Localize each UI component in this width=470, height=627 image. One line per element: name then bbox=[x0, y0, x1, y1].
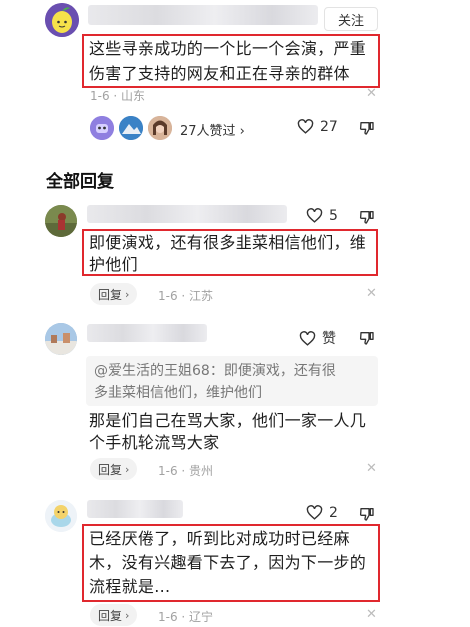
reply-button[interactable]: 回复 › bbox=[90, 283, 138, 305]
landscape-avatar-icon bbox=[45, 323, 77, 355]
like-button[interactable]: 赞 bbox=[299, 328, 336, 348]
close-icon[interactable]: ✕ bbox=[366, 286, 377, 301]
follow-button[interactable]: 关注 bbox=[324, 7, 378, 31]
lemon-avatar-icon bbox=[45, 3, 79, 37]
chevron-right-icon: › bbox=[125, 608, 130, 622]
close-icon[interactable]: ✕ bbox=[366, 461, 377, 476]
thumbs-down-icon[interactable] bbox=[359, 506, 375, 522]
avatar[interactable] bbox=[45, 323, 77, 355]
mountain-avatar-icon bbox=[119, 116, 143, 140]
robot-avatar-icon bbox=[90, 116, 114, 140]
username-blurred[interactable] bbox=[88, 5, 318, 25]
heart-icon bbox=[299, 330, 316, 346]
liked-by-summary[interactable]: 27人赞过 › bbox=[180, 120, 245, 139]
liker-avatar[interactable] bbox=[90, 116, 114, 140]
heart-icon bbox=[297, 119, 314, 134]
close-icon[interactable]: ✕ bbox=[366, 86, 377, 101]
reply-button[interactable]: 回复 › bbox=[90, 604, 138, 626]
reply-button-label: 回复 bbox=[98, 462, 123, 477]
reply-button-label: 回复 bbox=[98, 608, 123, 623]
comment-meta: 1-6 · 山东 bbox=[90, 89, 146, 103]
reply-button-label: 回复 bbox=[98, 287, 123, 302]
username-blurred[interactable] bbox=[87, 324, 207, 342]
close-icon[interactable]: ✕ bbox=[366, 607, 377, 622]
thumbs-down-icon[interactable] bbox=[359, 120, 375, 136]
like-count: 5 bbox=[329, 207, 338, 224]
quoted-reply: @爱生活的王姐68：即便演戏，还有很 多韭菜相信他们，维护他们 bbox=[86, 356, 378, 406]
thumbs-down-icon[interactable] bbox=[359, 330, 375, 346]
like-count: 2 bbox=[329, 504, 338, 521]
chevron-right-icon: › bbox=[125, 287, 130, 301]
reply-meta: 1-6 · 贵州 bbox=[158, 464, 214, 478]
thumbs-down-icon[interactable] bbox=[359, 209, 375, 225]
heart-icon bbox=[306, 208, 323, 223]
username-blurred[interactable] bbox=[87, 205, 287, 223]
avatar[interactable] bbox=[45, 3, 79, 37]
reply-text-line-1: 已经厌倦了，听到比对成功时已经麻 bbox=[89, 529, 350, 548]
username-blurred[interactable] bbox=[87, 500, 183, 518]
reply-text-line-2: 个手机轮流骂大家 bbox=[89, 433, 220, 452]
reply-button[interactable]: 回复 › bbox=[90, 458, 138, 480]
like-button[interactable]: 27 bbox=[297, 118, 338, 135]
like-button[interactable]: 2 bbox=[306, 504, 338, 521]
like-button[interactable]: 5 bbox=[306, 207, 338, 224]
chevron-right-icon: › bbox=[125, 462, 130, 476]
reply-meta: 1-6 · 江苏 bbox=[158, 289, 214, 303]
liker-avatar[interactable] bbox=[119, 116, 143, 140]
reply-meta: 1-6 · 辽宁 bbox=[158, 610, 214, 624]
liker-avatar[interactable] bbox=[148, 116, 172, 140]
heart-icon bbox=[306, 505, 323, 520]
comment-text-line-2: 伤害了支持的网友和正在寻亲的群体 bbox=[89, 64, 350, 83]
like-count: 27 bbox=[320, 118, 338, 135]
avatar[interactable] bbox=[45, 205, 77, 237]
reply-text-line-2: 护他们 bbox=[89, 255, 138, 274]
reply-text-line-2: 木，没有兴趣看下去了，因为下一步的 bbox=[89, 553, 367, 572]
quote-line-2: 多韭菜相信他们，维护他们 bbox=[94, 385, 262, 401]
portrait-avatar-icon bbox=[148, 116, 172, 140]
section-title: 全部回复 bbox=[46, 172, 114, 192]
photo-avatar-icon bbox=[45, 205, 77, 237]
reply-text-line-3: 流程就是... bbox=[89, 577, 171, 596]
like-label: 赞 bbox=[322, 331, 336, 347]
avatar[interactable] bbox=[45, 500, 77, 532]
cartoon-avatar-icon bbox=[45, 500, 77, 532]
comment-text-line-1: 这些寻亲成功的一个比一个会演，严重 bbox=[89, 39, 367, 58]
quote-line-1: @爱生活的王姐68：即便演戏，还有很 bbox=[94, 363, 336, 379]
